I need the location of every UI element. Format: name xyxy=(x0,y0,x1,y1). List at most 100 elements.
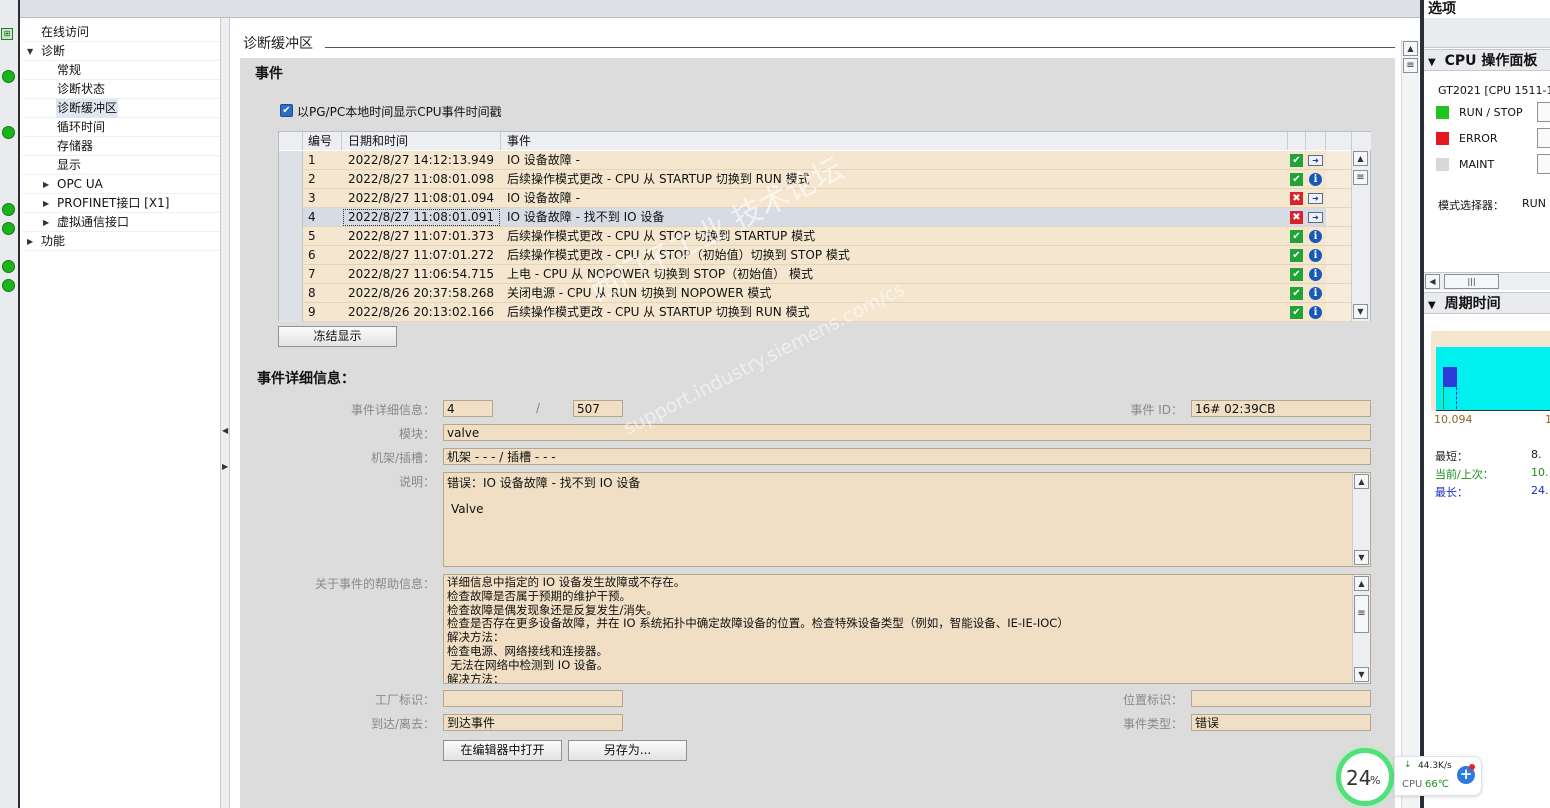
table-header-event[interactable]: 事件 xyxy=(501,132,1288,150)
help-scrollbar[interactable]: ▲ ≡ ▼ xyxy=(1352,575,1370,683)
table-row[interactable]: 4 2022/8/27 11:08:01.091 IO 设备故障 - 找不到 IO … xyxy=(279,208,1352,227)
mres-button[interactable] xyxy=(1537,154,1550,174)
cpu-led-label: ERROR xyxy=(1459,132,1498,145)
status-ok-icon xyxy=(2,222,15,235)
nav-item[interactable]: 诊断状态 xyxy=(22,80,220,99)
cycle-time-header[interactable]: ▼ 周期时间 xyxy=(1424,292,1550,314)
detail-info-label: 事件详细信息： xyxy=(350,403,435,417)
location-id-label: 位置标识： xyxy=(1122,693,1183,707)
row-index-cell[interactable] xyxy=(279,246,303,265)
panel-splitter[interactable]: ◀ ▶ xyxy=(220,18,230,808)
event-pad-cell xyxy=(1326,303,1352,322)
nav-item[interactable]: 循环时间 xyxy=(22,118,220,137)
run-button[interactable] xyxy=(1537,102,1550,122)
table-row[interactable]: 2 2022/8/27 11:08:01.098 后续操作模式更改 - CPU 从 … xyxy=(279,170,1352,189)
scroll-up-icon[interactable]: ▲ xyxy=(1403,41,1418,56)
table-header-datetime[interactable]: 日期和时间 xyxy=(342,132,501,150)
cycle-stat-label: 最长： xyxy=(1435,486,1468,499)
table-row[interactable]: 3 2022/8/27 11:08:01.094 IO 设备故障 - ✖ ➜ xyxy=(279,189,1352,208)
main-scrollbar[interactable]: ▲ ≡ xyxy=(1401,40,1419,808)
description-area[interactable]: 错误：IO 设备故障 - 找不到 IO 设备 Valve ▲ ▼ xyxy=(443,472,1371,567)
row-index-cell[interactable] xyxy=(279,170,303,189)
event-pad-cell xyxy=(1326,208,1352,227)
help-line: 检查是否存在更多设备故障，并在 IO 系统拓扑中确定故障设备的位置。检查特殊设备… xyxy=(447,616,1069,631)
collapse-icon[interactable]: ▼ xyxy=(1428,300,1436,311)
nav-item[interactable]: 在线访问 xyxy=(22,23,220,42)
open-in-editor-button[interactable]: 在编辑器中打开 xyxy=(443,740,562,761)
nav-item-label: 常规 xyxy=(57,63,82,77)
scroll-thumb[interactable]: ≡ xyxy=(1354,595,1369,633)
cycle-chart-axis xyxy=(1436,410,1550,411)
scroll-up-icon[interactable]: ▲ xyxy=(1353,151,1368,166)
expand-right-icon[interactable]: ▶ xyxy=(222,462,228,471)
table-row[interactable]: 5 2022/8/27 11:07:01.373 后续操作模式更改 - CPU 从 … xyxy=(279,227,1352,246)
nav-item[interactable]: ▶ 功能 xyxy=(22,232,220,251)
cpu-temp-label: CPU xyxy=(1402,779,1423,790)
expand-icon[interactable]: ▶ xyxy=(43,175,49,194)
top-toolbar xyxy=(20,0,1420,18)
cpu-led-label: RUN / STOP xyxy=(1459,106,1523,119)
scroll-down-icon[interactable]: ▼ xyxy=(1353,304,1368,319)
cpu-panel-hscroll[interactable]: ◀ ||| xyxy=(1424,272,1550,290)
scroll-left-icon[interactable]: ◀ xyxy=(1425,274,1440,289)
expand-icon[interactable]: ▶ xyxy=(43,213,49,232)
table-header-number[interactable]: 编号 xyxy=(303,132,342,150)
row-index-cell[interactable] xyxy=(279,303,303,322)
description-scrollbar[interactable]: ▲ ▼ xyxy=(1352,473,1370,566)
cpu-led-icon xyxy=(1436,158,1449,171)
table-scrollbar[interactable]: ▲ ≡ ▼ xyxy=(1351,150,1370,321)
save-as-button[interactable]: 另存为... xyxy=(568,740,687,761)
status-ok-icon: ✔ xyxy=(1290,230,1303,243)
nav-item[interactable]: ▶ OPC UA xyxy=(22,175,220,194)
table-row[interactable]: 8 2022/8/26 20:37:58.268 关闭电源 - CPU 从 RUN … xyxy=(279,284,1352,303)
collapse-left-icon[interactable]: ◀ xyxy=(222,426,228,435)
scroll-thumb[interactable]: ≡ xyxy=(1403,58,1418,73)
scroll-thumb[interactable]: ≡ xyxy=(1353,170,1368,185)
cpu-usage-value: 24 xyxy=(1346,766,1372,790)
row-index-cell[interactable] xyxy=(279,227,303,246)
help-info-area[interactable]: 详细信息中指定的 IO 设备发生故障或不存在。 检查故障是否属于预期的维护干预。检… xyxy=(443,574,1371,684)
nav-item[interactable]: 存储器 xyxy=(22,137,220,156)
collapse-icon[interactable]: ▼ xyxy=(1428,57,1436,68)
notification-dot-icon xyxy=(1469,764,1475,770)
freeze-display-button[interactable]: 冻结显示 xyxy=(278,326,397,347)
scroll-thumb[interactable]: ||| xyxy=(1444,274,1499,289)
system-monitor-widget[interactable]: 24 % ↓ 44.3K/s CPU 66℃ + xyxy=(1336,748,1484,806)
nav-item[interactable]: 常规 xyxy=(22,61,220,80)
nav-item[interactable]: ▶ PROFINET接口 [X1] xyxy=(22,194,220,213)
stop-button[interactable] xyxy=(1537,128,1550,148)
row-index-cell[interactable] xyxy=(279,151,303,170)
arrive-leave-field: 到达事件 xyxy=(443,714,623,731)
row-index-cell[interactable] xyxy=(279,208,303,227)
event-datetime-cell: 2022/8/27 11:08:01.098 xyxy=(342,170,501,189)
event-text-cell: IO 设备故障 - xyxy=(501,151,1288,170)
scroll-down-icon[interactable]: ▼ xyxy=(1354,550,1369,565)
info-icon: i xyxy=(1309,306,1322,319)
cpu-panel-header[interactable]: ▼ CPU 操作面板 xyxy=(1424,49,1550,71)
scroll-down-icon[interactable]: ▼ xyxy=(1354,667,1369,682)
table-row[interactable]: 9 2022/8/26 20:13:02.166 后续操作模式更改 - CPU 从 … xyxy=(279,303,1352,322)
row-index-cell[interactable] xyxy=(279,189,303,208)
expand-icon[interactable]: ▶ xyxy=(43,194,49,213)
description-line-1: 错误：IO 设备故障 - 找不到 IO 设备 xyxy=(447,476,641,490)
table-row[interactable]: 7 2022/8/27 11:06:54.715 上电 - CPU 从 NOPOWE… xyxy=(279,265,1352,284)
collapse-icon[interactable]: ▼ xyxy=(27,42,33,61)
row-index-cell[interactable] xyxy=(279,265,303,284)
table-row[interactable]: 1 2022/8/27 14:12:13.949 IO 设备故障 - ✔ ➜ xyxy=(279,151,1352,170)
table-row[interactable]: 6 2022/8/27 11:07:01.272 后续操作模式更改 - CPU 从 … xyxy=(279,246,1352,265)
cycle-stat-label: 当前/上次： xyxy=(1435,468,1494,481)
event-number-cell: 7 xyxy=(303,265,342,284)
nav-item-label: 诊断 xyxy=(41,44,66,58)
nav-item[interactable]: ▶ 虚拟通信接口 xyxy=(22,213,220,232)
nav-item[interactable]: ▼ 诊断 xyxy=(22,42,220,61)
nav-item[interactable]: 诊断缓冲区 xyxy=(22,99,220,118)
event-status-cell: ✔ xyxy=(1288,303,1306,322)
description-label: 说明： xyxy=(398,475,435,489)
scroll-up-icon[interactable]: ▲ xyxy=(1354,474,1369,489)
scroll-up-icon[interactable]: ▲ xyxy=(1354,576,1369,591)
row-index-cell[interactable] xyxy=(279,284,303,303)
nav-item[interactable]: 显示 xyxy=(22,156,220,175)
expand-icon[interactable]: ▶ xyxy=(27,232,33,251)
local-time-checkbox[interactable]: ✔ xyxy=(280,104,293,117)
event-status-cell: ✔ xyxy=(1288,227,1306,246)
